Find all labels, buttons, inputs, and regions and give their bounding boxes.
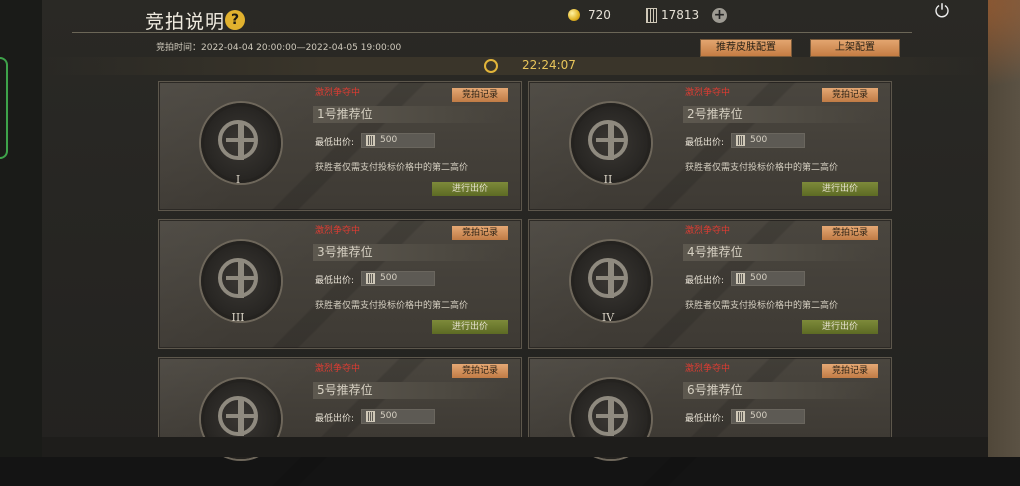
emblem-crossbar xyxy=(226,138,256,142)
slot-name: 6号推荐位 xyxy=(683,382,877,399)
side-drawer-handle[interactable] xyxy=(0,57,8,159)
pricing-rule-text: 获胜者仅需支付投标价格中的第二高价 xyxy=(315,163,469,173)
slot-status: 激烈争夺中 xyxy=(315,88,361,98)
ticket-icon xyxy=(366,135,375,146)
slot-card-6: 激烈争夺中 竞拍记录 6号推荐位 最低出价: 500 xyxy=(528,357,892,486)
slot-emblem-icon xyxy=(571,241,651,321)
pricing-rule-text: 获胜者仅需支付投标价格中的第二高价 xyxy=(315,301,469,311)
min-bid-value: 500 xyxy=(380,273,398,283)
slot-emblem-icon xyxy=(201,103,281,183)
pricing-rule-text: 获胜者仅需支付投标价格中的第二高价 xyxy=(685,301,839,311)
slot-card-4: IV 激烈争夺中 竞拍记录 4号推荐位 最低出价: 500 获胜者仅需支付投标价… xyxy=(528,219,892,349)
place-bid-button[interactable]: 进行出价 xyxy=(802,182,878,196)
min-bid-box: 500 xyxy=(361,409,435,424)
gold-balance: 720 xyxy=(588,8,611,22)
slot-status: 激烈争夺中 xyxy=(685,364,731,374)
min-bid-label: 最低出价: xyxy=(315,276,355,286)
page-title: 竞拍说明 xyxy=(145,11,226,33)
min-bid-label: 最低出价: xyxy=(685,138,725,148)
bid-record-button[interactable]: 竞拍记录 xyxy=(452,88,508,102)
emblem-crossbar xyxy=(226,414,256,418)
emblem-crossbar xyxy=(596,414,626,418)
pricing-rule-text: 获胜者仅需支付投标价格中的第二高价 xyxy=(685,163,839,173)
min-bid-value: 500 xyxy=(750,273,768,283)
slot-status: 激烈争夺中 xyxy=(315,226,361,236)
ticket-icon xyxy=(646,8,657,23)
slot-card-3: III 激烈争夺中 竞拍记录 3号推荐位 最低出价: 500 获胜者仅需支付投标… xyxy=(158,219,522,349)
slot-roman-numeral: I xyxy=(235,173,241,186)
slot-roman-numeral: III xyxy=(231,311,245,324)
min-bid-box: 500 xyxy=(731,409,805,424)
panel-bottom-edge xyxy=(42,437,988,457)
place-bid-button[interactable]: 进行出价 xyxy=(432,320,508,334)
slot-name: 4号推荐位 xyxy=(683,244,877,261)
min-bid-label: 最低出价: xyxy=(315,414,355,424)
auction-time-range: 竞拍时间：2022-04-04 20:00:00—2022-04-05 19:0… xyxy=(156,43,402,53)
slot-name: 3号推荐位 xyxy=(313,244,507,261)
recommend-skin-config-button[interactable]: 推荐皮肤配置 xyxy=(700,39,792,57)
slot-status: 激烈争夺中 xyxy=(315,364,361,374)
bid-record-button[interactable]: 竞拍记录 xyxy=(822,364,878,378)
timer-band xyxy=(42,57,988,75)
emblem-crossbar xyxy=(596,276,626,280)
slot-roman-numeral: II xyxy=(603,173,613,186)
slot-card-5: 激烈争夺中 竞拍记录 5号推荐位 最低出价: 500 xyxy=(158,357,522,486)
ticket-icon xyxy=(736,273,745,284)
slot-roman-numeral: IV xyxy=(601,311,615,324)
help-icon[interactable]: ? xyxy=(225,10,245,30)
header-divider xyxy=(72,32,912,33)
slot-status: 激烈争夺中 xyxy=(685,88,731,98)
bid-record-button[interactable]: 竞拍记录 xyxy=(452,226,508,240)
slot-card-2: II 激烈争夺中 竞拍记录 2号推荐位 最低出价: 500 获胜者仅需支付投标价… xyxy=(528,81,892,211)
bid-record-button[interactable]: 竞拍记录 xyxy=(822,226,878,240)
emblem-crossbar xyxy=(596,138,626,142)
min-bid-label: 最低出价: xyxy=(685,414,725,424)
slot-card-1: I 激烈争夺中 竞拍记录 1号推荐位 最低出价: 500 获胜者仅需支付投标价格… xyxy=(158,81,522,211)
ticket-balance: 17813 xyxy=(661,8,700,22)
ticket-icon xyxy=(736,135,745,146)
min-bid-label: 最低出价: xyxy=(685,276,725,286)
min-bid-value: 500 xyxy=(380,411,398,421)
add-currency-button[interactable]: + xyxy=(712,8,727,23)
place-bid-button[interactable]: 进行出价 xyxy=(432,182,508,196)
min-bid-value: 500 xyxy=(750,411,768,421)
gold-coin-icon xyxy=(568,9,580,21)
min-bid-box: 500 xyxy=(361,133,435,148)
place-bid-button[interactable]: 进行出价 xyxy=(802,320,878,334)
stopwatch-icon xyxy=(484,59,498,73)
slot-name: 2号推荐位 xyxy=(683,106,877,123)
countdown-timer: 22:24:07 xyxy=(522,58,576,72)
min-bid-box: 500 xyxy=(361,271,435,286)
slot-emblem-icon xyxy=(201,241,281,321)
bid-record-button[interactable]: 竞拍记录 xyxy=(822,88,878,102)
slot-emblem-icon xyxy=(571,103,651,183)
min-bid-box: 500 xyxy=(731,271,805,286)
min-bid-label: 最低出价: xyxy=(315,138,355,148)
ticket-icon xyxy=(366,411,375,422)
power-icon[interactable]: ⏻ xyxy=(932,1,952,22)
slot-name: 5号推荐位 xyxy=(313,382,507,399)
min-bid-box: 500 xyxy=(731,133,805,148)
min-bid-value: 500 xyxy=(750,135,768,145)
ticket-icon xyxy=(736,411,745,422)
emblem-crossbar xyxy=(226,276,256,280)
slot-status: 激烈争夺中 xyxy=(685,226,731,236)
min-bid-value: 500 xyxy=(380,135,398,145)
slot-name: 1号推荐位 xyxy=(313,106,507,123)
listing-config-button[interactable]: 上架配置 xyxy=(810,39,900,57)
bid-record-button[interactable]: 竞拍记录 xyxy=(452,364,508,378)
ticket-icon xyxy=(366,273,375,284)
